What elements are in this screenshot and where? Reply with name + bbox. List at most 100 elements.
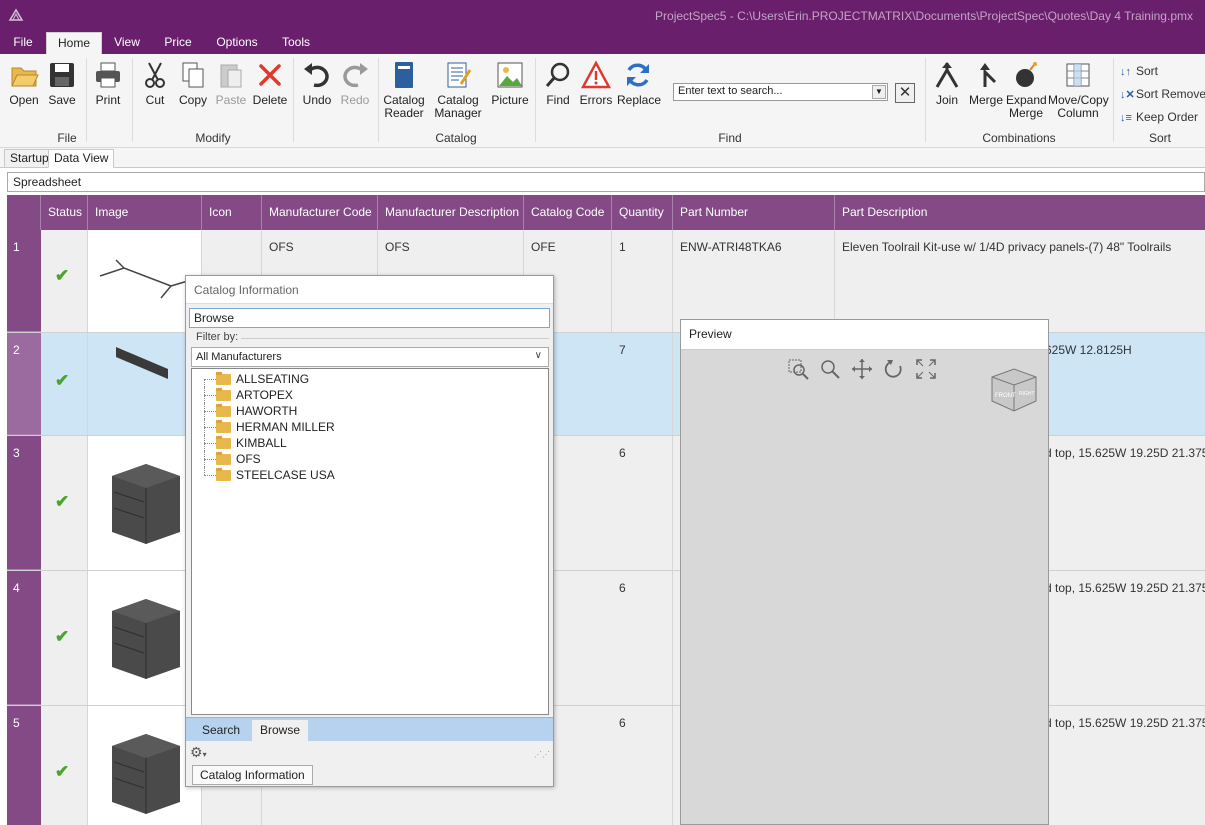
header-part-number[interactable]: Part Number (673, 195, 835, 230)
header-catalog-code[interactable]: Catalog Code (524, 195, 612, 230)
paste-button[interactable]: Paste (214, 60, 248, 107)
print-button[interactable]: Print (90, 60, 126, 107)
spreadsheet-label[interactable]: Spreadsheet (7, 172, 1205, 192)
join-arrows-icon (935, 62, 959, 88)
copy-button[interactable]: Copy (176, 60, 210, 107)
header-manufacturer-code[interactable]: Manufacturer Code (262, 195, 378, 230)
tree-item-manufacturer[interactable]: HAWORTH (192, 403, 548, 419)
catalog-information-tab[interactable]: Catalog Information (192, 765, 313, 785)
find-button[interactable]: Find (541, 60, 575, 107)
cut-button[interactable]: Cut (138, 60, 172, 107)
fit-extents-icon[interactable] (915, 358, 937, 380)
tab-options[interactable]: Options (210, 32, 264, 54)
header-status[interactable]: Status (41, 195, 88, 230)
folder-open-icon (11, 67, 39, 87)
group-label-catalog: Catalog (435, 131, 477, 145)
tree-item-manufacturer[interactable]: HERMAN MILLER (192, 419, 548, 435)
header-part-description[interactable]: Part Description (835, 195, 1205, 230)
doc-tab-data-view[interactable]: Data View (48, 149, 115, 168)
title-bar: ProjectSpec5 - C:\Users\Erin.PROJECTMATR… (0, 0, 1205, 32)
zoom-icon[interactable] (819, 358, 841, 380)
row-number[interactable]: 3 (7, 436, 41, 570)
tree-item-manufacturer[interactable]: ALLSEATING (192, 371, 548, 387)
errors-button[interactable]: Errors (577, 60, 615, 107)
view-cube-icon[interactable]: FRONT RIGHT (989, 365, 1039, 413)
keep-order-label: Keep Order (1136, 110, 1199, 124)
tab-browse[interactable]: Browse (252, 720, 309, 741)
tab-file[interactable]: File (4, 32, 42, 54)
header-image[interactable]: Image (88, 195, 202, 230)
quantity-cell[interactable]: 6 (612, 436, 673, 570)
find-label: Find (546, 93, 570, 107)
tab-tools[interactable]: Tools (276, 32, 316, 54)
ribbon-search-input[interactable]: Enter text to search... ▼ (673, 83, 888, 101)
chevron-down-icon: ∨ (534, 350, 542, 361)
catalog-panel-title[interactable]: Catalog Information (186, 276, 553, 304)
manufacturer-label: HERMAN MILLER (236, 420, 335, 434)
row-number[interactable]: 5 (7, 706, 41, 825)
picture-button[interactable]: Picture (490, 60, 530, 107)
catalog-manager-button[interactable]: Catalog Manager (434, 60, 482, 120)
catalog-reader-label-2: Reader (384, 106, 424, 120)
row-number[interactable]: 1 (7, 230, 41, 332)
preview-panel: Preview FRONT RIGHT (680, 319, 1049, 825)
part-description-cell[interactable]: Eleven Toolrail Kit-use w/ 1/4D privacy … (835, 230, 1205, 332)
tab-search[interactable]: Search (194, 720, 248, 741)
save-button[interactable]: Save (44, 60, 80, 107)
merge-button[interactable]: Merge (968, 60, 1004, 107)
undo-button[interactable]: Undo (299, 60, 335, 107)
tree-item-manufacturer[interactable]: KIMBALL (192, 435, 548, 451)
catalog-reader-button[interactable]: Catalog Reader (382, 60, 426, 120)
search-dropdown-icon[interactable]: ▼ (872, 85, 886, 99)
cut-label: Cut (145, 93, 165, 107)
preview-title[interactable]: Preview (681, 320, 1048, 350)
quantity-cell[interactable]: 6 (612, 706, 673, 825)
row-number[interactable]: 4 (7, 571, 41, 705)
catalog-information-panel: Catalog Information Browse Filter by: Al… (185, 275, 554, 787)
manufacturer-label: ARTOPEX (236, 388, 293, 402)
rotate-icon[interactable] (883, 358, 905, 380)
zoom-window-icon[interactable] (787, 358, 809, 380)
header-icon[interactable]: Icon (202, 195, 262, 230)
resize-grip-icon[interactable]: ⋰⋰ (534, 750, 550, 759)
folder-icon (216, 388, 231, 401)
expand-merge-button[interactable]: Expand Merge (1006, 60, 1047, 120)
quantity-cell[interactable]: 7 (612, 333, 673, 435)
gear-icon[interactable]: ⚙▾ (190, 744, 207, 761)
save-disk-icon (50, 63, 74, 87)
search-placeholder: Enter text to search... (678, 85, 783, 97)
redo-button[interactable]: Redo (337, 60, 373, 107)
open-button[interactable]: Open (6, 60, 42, 107)
part-number-cell[interactable]: ENW-ATRI48TKA6 (673, 230, 835, 332)
keep-order-button[interactable]: ↓≡ Keep Order (1120, 110, 1198, 124)
separator (925, 58, 926, 142)
sort-remove-button[interactable]: ↓✕Sort Remove (1120, 87, 1205, 101)
header-manufacturer-description[interactable]: Manufacturer Description (378, 195, 524, 230)
tree-item-manufacturer[interactable]: STEELCASE USA (192, 467, 548, 483)
manufacturer-label: KIMBALL (236, 436, 287, 450)
tree-item-manufacturer[interactable]: ARTOPEX (192, 387, 548, 403)
quantity-cell[interactable]: 6 (612, 571, 673, 705)
tab-view[interactable]: View (108, 32, 146, 54)
header-quantity[interactable]: Quantity (612, 195, 673, 230)
tab-price[interactable]: Price (158, 32, 198, 54)
pan-icon[interactable] (851, 358, 873, 380)
delete-button[interactable]: Delete (252, 60, 288, 107)
group-label-sort: Sort (1148, 131, 1171, 145)
checkmark-icon: ✔ (55, 627, 70, 646)
group-label-modify: Modify (195, 131, 231, 145)
join-button[interactable]: Join (930, 60, 964, 107)
tab-home[interactable]: Home (46, 32, 102, 54)
quantity-cell[interactable]: 1 (612, 230, 673, 332)
manufacturer-filter-select[interactable]: All Manufacturers ∨ (191, 347, 549, 367)
replace-button[interactable]: Replace (617, 60, 661, 107)
move-copy-column-button[interactable]: Move/Copy Column (1048, 60, 1109, 120)
browse-field[interactable]: Browse (189, 308, 550, 328)
cube-front-label: FRONT (995, 393, 1016, 399)
separator (132, 58, 133, 142)
tree-item-manufacturer[interactable]: OFS (192, 451, 548, 467)
sort-button[interactable]: ↓↑ Sort (1120, 64, 1158, 78)
search-clear-button[interactable]: ✕ (895, 83, 915, 103)
expand-merge-label-1: Expand (1006, 93, 1047, 107)
row-number[interactable]: 2 (7, 333, 41, 435)
